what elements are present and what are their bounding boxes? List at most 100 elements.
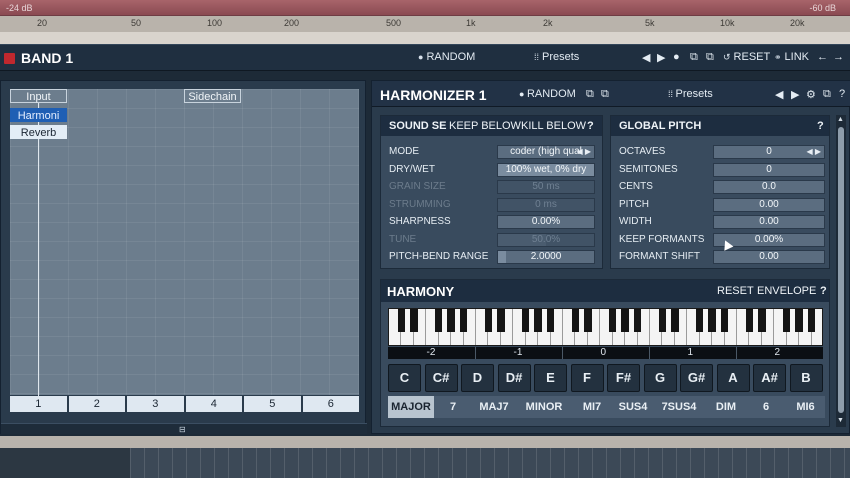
chord-button[interactable]: MI7 xyxy=(572,396,612,418)
black-key[interactable] xyxy=(608,309,617,332)
pitch-param-field[interactable]: 0.0 xyxy=(713,180,825,194)
pitch-param-field[interactable]: 0 ◀ ▶ xyxy=(713,145,825,159)
harmony-reset-button[interactable]: RESET xyxy=(717,285,754,297)
band-forward-arrow[interactable]: → xyxy=(833,51,844,63)
harmonizer-help-icon[interactable]: ? xyxy=(839,88,845,100)
note-button[interactable]: B xyxy=(789,364,823,392)
band-presets-button[interactable]: ⁞⁞ Presets xyxy=(534,51,579,63)
black-key[interactable] xyxy=(720,309,729,332)
black-key[interactable] xyxy=(745,309,754,332)
harmonizer-window-icon[interactable]: ⧉ xyxy=(823,88,831,101)
harmonizer-node[interactable]: Harmoni xyxy=(10,108,67,122)
harmonizer-random-button[interactable]: ● RANDOM xyxy=(519,88,576,100)
scroll-up-icon[interactable]: ▲ xyxy=(837,116,844,123)
chord-button[interactable]: 7SUS4 xyxy=(654,396,704,418)
band-random-button[interactable]: ● RANDOM xyxy=(418,51,475,63)
pitch-param-field[interactable]: 0.00 xyxy=(713,250,825,264)
chord-button[interactable]: MINOR xyxy=(520,396,568,418)
harmony-envelope-button[interactable]: ENVELOPE xyxy=(757,285,816,297)
note-button[interactable]: D xyxy=(461,364,494,392)
scroll-down-icon[interactable]: ▼ xyxy=(837,417,844,424)
timeline-track[interactable] xyxy=(130,448,850,478)
note-button[interactable]: F xyxy=(570,364,604,392)
note-button[interactable]: G# xyxy=(680,364,713,392)
global-pitch-help-icon[interactable]: ? xyxy=(817,120,824,132)
note-button[interactable]: A xyxy=(716,364,750,392)
sound-param-field[interactable]: 0.00% xyxy=(497,215,595,229)
scrollbar-thumb[interactable] xyxy=(838,127,844,413)
note-button[interactable]: C xyxy=(388,364,421,392)
black-key[interactable] xyxy=(695,309,704,332)
chord-button[interactable]: MI6 xyxy=(786,396,825,418)
chord-button[interactable]: 6 xyxy=(746,396,786,418)
black-key[interactable] xyxy=(434,309,443,332)
expand-icon[interactable]: ⊟ xyxy=(179,425,186,434)
output-1[interactable]: 1 xyxy=(10,396,67,412)
harmonizer-paste-icon[interactable]: ⧉ xyxy=(601,88,609,101)
black-key[interactable] xyxy=(633,309,642,332)
band-link-button[interactable]: ⚭ LINK xyxy=(774,51,809,63)
harmonizer-prev-preset[interactable]: ◀ xyxy=(775,88,783,101)
reverb-node[interactable]: Reverb xyxy=(10,125,67,139)
band-next-preset-button[interactable]: ▶ xyxy=(657,51,665,64)
harmonizer-copy-icon[interactable]: ⧉ xyxy=(586,88,594,101)
note-button[interactable]: E xyxy=(534,364,567,392)
sidechain-node[interactable]: Sidechain xyxy=(184,89,241,103)
spectrum-view[interactable]: -24 dB -60 dB 20 50 100 200 500 1k 2k 5k… xyxy=(0,0,850,44)
black-key[interactable] xyxy=(807,309,816,332)
pitch-param-field[interactable]: 0.00 xyxy=(713,197,825,212)
black-key[interactable] xyxy=(671,309,679,332)
black-key[interactable] xyxy=(497,309,505,332)
mode-arrows-icon[interactable]: ◀ ▶ xyxy=(576,146,591,158)
band-randomize-icon[interactable]: ● xyxy=(673,51,680,63)
piano-keyboard[interactable] xyxy=(388,308,823,346)
black-key[interactable] xyxy=(621,309,629,332)
black-key[interactable] xyxy=(571,309,580,332)
black-key[interactable] xyxy=(658,309,667,332)
band-reset-button[interactable]: ↺ RESET xyxy=(723,51,770,63)
note-button[interactable]: F# xyxy=(607,364,640,392)
band-back-arrow[interactable]: ← xyxy=(817,51,828,63)
note-button[interactable]: D# xyxy=(497,364,531,392)
output-5[interactable]: 5 xyxy=(244,396,301,412)
sound-param-field[interactable]: coder (high qual ◀ ▶ xyxy=(497,145,595,159)
black-key[interactable] xyxy=(521,309,530,332)
output-3[interactable]: 3 xyxy=(127,396,184,412)
black-key[interactable] xyxy=(447,309,455,332)
tab-kill-below[interactable]: KILL BELOW xyxy=(521,120,586,132)
vertical-scrollbar[interactable]: ▲ ▼ xyxy=(836,115,846,427)
sound-param-field[interactable]: 2.0000 xyxy=(497,250,595,264)
harmony-help-icon[interactable]: ? xyxy=(820,285,827,297)
output-2[interactable]: 2 xyxy=(68,396,125,412)
pitch-param-field[interactable]: 0 xyxy=(713,162,825,177)
sound-param-field[interactable]: 100% wet, 0% dry xyxy=(497,162,595,177)
tab-keep-below[interactable]: KEEP BELOW xyxy=(449,120,521,132)
note-button[interactable]: G xyxy=(643,364,677,392)
input-node[interactable]: Input xyxy=(10,89,67,103)
output-6[interactable]: 6 xyxy=(302,396,359,412)
black-key[interactable] xyxy=(708,309,716,332)
black-key[interactable] xyxy=(410,309,418,332)
note-button[interactable]: A# xyxy=(753,364,786,392)
tab-sound-settings[interactable]: SOUND SE xyxy=(389,120,446,132)
black-key[interactable] xyxy=(546,309,555,332)
black-key[interactable] xyxy=(584,309,592,332)
black-key[interactable] xyxy=(534,309,542,332)
band-prev-preset-button[interactable]: ◀ xyxy=(642,51,650,64)
chord-button[interactable]: MAJOR xyxy=(388,396,434,418)
black-key[interactable] xyxy=(459,309,468,332)
note-button[interactable]: C# xyxy=(424,364,458,392)
output-4[interactable]: 4 xyxy=(185,396,242,412)
chord-button[interactable]: DIM xyxy=(706,396,746,418)
chord-button[interactable]: 7 xyxy=(438,396,468,418)
black-key[interactable] xyxy=(397,309,406,332)
black-key[interactable] xyxy=(782,309,791,332)
band-paste-icon[interactable]: ⧉ xyxy=(706,51,714,64)
black-key[interactable] xyxy=(795,309,803,332)
harmonizer-next-preset[interactable]: ▶ xyxy=(791,88,799,101)
band-enable-toggle[interactable] xyxy=(4,53,15,64)
sound-help-icon[interactable]: ? xyxy=(587,120,594,132)
octave-arrows-icon[interactable]: ◀ ▶ xyxy=(806,146,821,158)
harmonizer-presets-button[interactable]: ⁞⁞ Presets xyxy=(668,88,713,100)
chord-button[interactable]: MAJ7 xyxy=(470,396,518,418)
